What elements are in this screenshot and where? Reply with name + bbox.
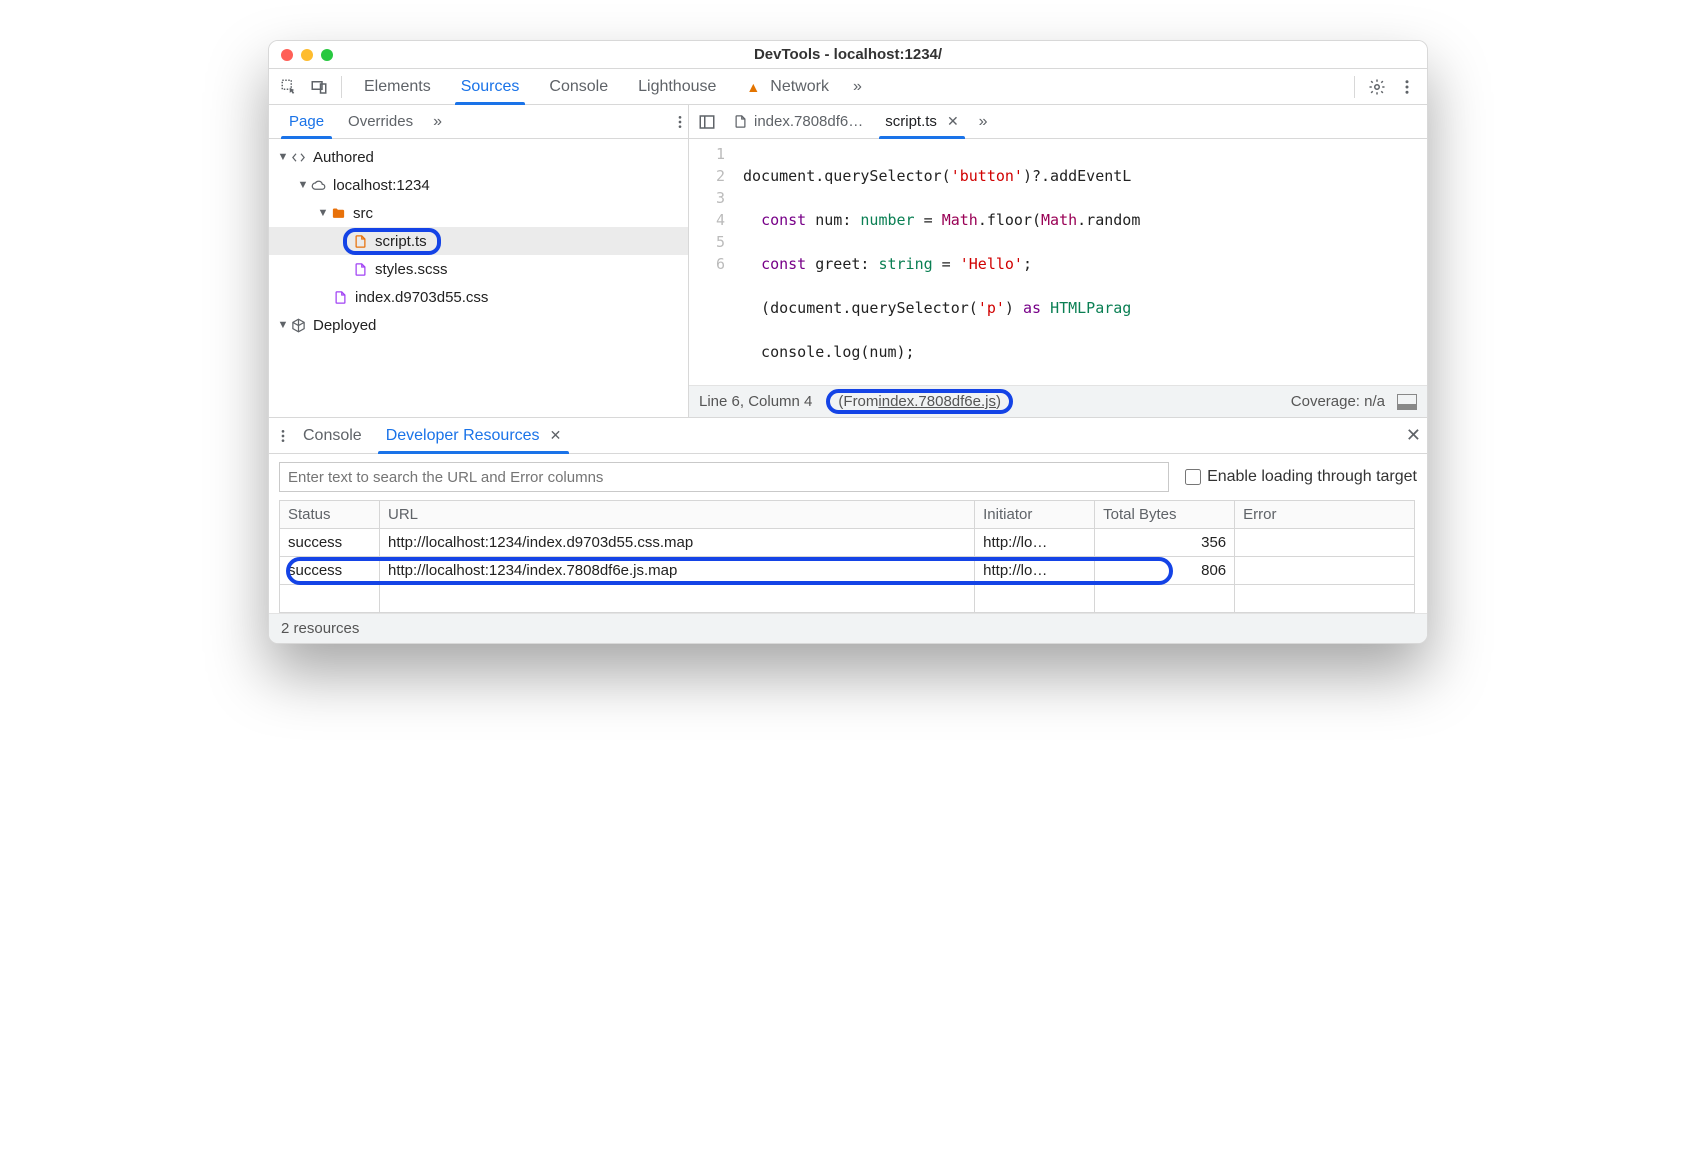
tab-lighthouse[interactable]: Lighthouse bbox=[624, 69, 730, 105]
coverage-status: Coverage: n/a bbox=[1291, 393, 1385, 410]
tree-deployed[interactable]: ▼ Deployed bbox=[269, 311, 688, 339]
warning-icon: ▲ bbox=[746, 79, 760, 95]
drawer-statusbar: 2 resources bbox=[269, 613, 1427, 643]
close-icon[interactable]: ✕ bbox=[947, 113, 959, 130]
filetab-index[interactable]: index.7808df6… bbox=[723, 105, 873, 139]
line-gutter: 1 2 3 4 5 6 bbox=[689, 139, 735, 385]
sourcemap-origin[interactable]: (From index.7808df6e.js) bbox=[826, 389, 1013, 414]
tab-sources[interactable]: Sources bbox=[447, 69, 534, 105]
editor-statusbar: Line 6, Column 4 (From index.7808df6e.js… bbox=[689, 385, 1427, 417]
table-row[interactable]: success http://localhost:1234/index.7808… bbox=[280, 557, 1417, 585]
drawer: Console Developer Resources ✕ ✕ Enable l… bbox=[269, 417, 1427, 643]
titlebar: DevTools - localhost:1234/ bbox=[269, 41, 1427, 69]
drawer-tab-devresources[interactable]: Developer Resources ✕ bbox=[374, 418, 574, 454]
enable-target-checkbox[interactable]: Enable loading through target bbox=[1185, 468, 1417, 486]
inspect-element-icon[interactable] bbox=[275, 73, 303, 101]
page-tab[interactable]: Page bbox=[277, 105, 336, 139]
navigator-panel: Page Overrides » ▼ Authored ▼ bbox=[269, 105, 689, 417]
tab-network[interactable]: ▲ Network bbox=[732, 69, 843, 105]
minimize-window-button[interactable] bbox=[301, 49, 313, 61]
more-sidebar-tabs[interactable]: » bbox=[425, 113, 450, 131]
editor-panel: index.7808df6… script.ts ✕ » 1 2 3 4 5 6… bbox=[689, 105, 1427, 417]
code-editor[interactable]: 1 2 3 4 5 6 document.querySelector('butt… bbox=[689, 139, 1427, 385]
filetab-script[interactable]: script.ts ✕ bbox=[875, 105, 968, 139]
more-filetabs[interactable]: » bbox=[971, 113, 996, 131]
close-icon[interactable]: ✕ bbox=[550, 427, 562, 444]
tree-file-script[interactable]: script.ts bbox=[269, 227, 688, 255]
drawer-tab-console[interactable]: Console bbox=[291, 418, 374, 454]
tree-file-indexcss[interactable]: index.d9703d55.css bbox=[269, 283, 688, 311]
col-bytes[interactable]: Total Bytes bbox=[1095, 501, 1235, 529]
tree-file-styles[interactable]: styles.scss bbox=[269, 255, 688, 283]
more-tabs-button[interactable]: » bbox=[845, 78, 870, 96]
authored-icon bbox=[289, 150, 307, 165]
device-toolbar-icon[interactable] bbox=[305, 73, 333, 101]
file-icon bbox=[733, 114, 748, 129]
toggle-navigator-icon[interactable] bbox=[693, 108, 721, 136]
col-initiator[interactable]: Initiator bbox=[975, 501, 1095, 529]
toggle-drawer-icon[interactable] bbox=[1397, 394, 1417, 410]
col-status[interactable]: Status bbox=[280, 501, 380, 529]
table-row bbox=[280, 585, 1417, 613]
close-drawer-icon[interactable]: ✕ bbox=[1406, 425, 1421, 446]
file-icon bbox=[331, 290, 349, 305]
col-error[interactable]: Error bbox=[1235, 501, 1415, 529]
close-window-button[interactable] bbox=[281, 49, 293, 61]
settings-icon[interactable] bbox=[1363, 73, 1391, 101]
drawer-menu-icon[interactable] bbox=[275, 428, 291, 444]
main-tabstrip: Elements Sources Console Lighthouse ▲ Ne… bbox=[269, 69, 1427, 105]
file-tabstrip: index.7808df6… script.ts ✕ » bbox=[689, 105, 1427, 139]
tree-host[interactable]: ▼ localhost:1234 bbox=[269, 171, 688, 199]
col-url[interactable]: URL bbox=[380, 501, 975, 529]
file-icon bbox=[351, 262, 369, 277]
cloud-icon bbox=[309, 178, 327, 193]
window-title: DevTools - localhost:1234/ bbox=[269, 46, 1427, 63]
resources-table: Status URL Initiator Total Bytes Error s… bbox=[279, 500, 1417, 613]
code-area[interactable]: document.querySelector('button')?.addEve… bbox=[735, 139, 1427, 385]
devtools-window: DevTools - localhost:1234/ Elements Sour… bbox=[268, 40, 1428, 644]
file-tree[interactable]: ▼ Authored ▼ localhost:1234 ▼ bbox=[269, 139, 688, 417]
tree-authored[interactable]: ▼ Authored bbox=[269, 143, 688, 171]
tree-folder-src[interactable]: ▼ src bbox=[269, 199, 688, 227]
search-input[interactable] bbox=[279, 462, 1169, 492]
sidebar-menu-icon[interactable] bbox=[672, 114, 688, 130]
kebab-menu-icon[interactable] bbox=[1393, 73, 1421, 101]
tab-console[interactable]: Console bbox=[535, 69, 622, 105]
folder-icon bbox=[329, 206, 347, 221]
file-icon bbox=[351, 234, 369, 249]
cursor-position: Line 6, Column 4 bbox=[699, 393, 812, 410]
deployed-icon bbox=[289, 318, 307, 333]
overrides-tab[interactable]: Overrides bbox=[336, 105, 425, 139]
zoom-window-button[interactable] bbox=[321, 49, 333, 61]
tab-elements[interactable]: Elements bbox=[350, 69, 445, 105]
table-row[interactable]: success http://localhost:1234/index.d970… bbox=[280, 529, 1417, 557]
